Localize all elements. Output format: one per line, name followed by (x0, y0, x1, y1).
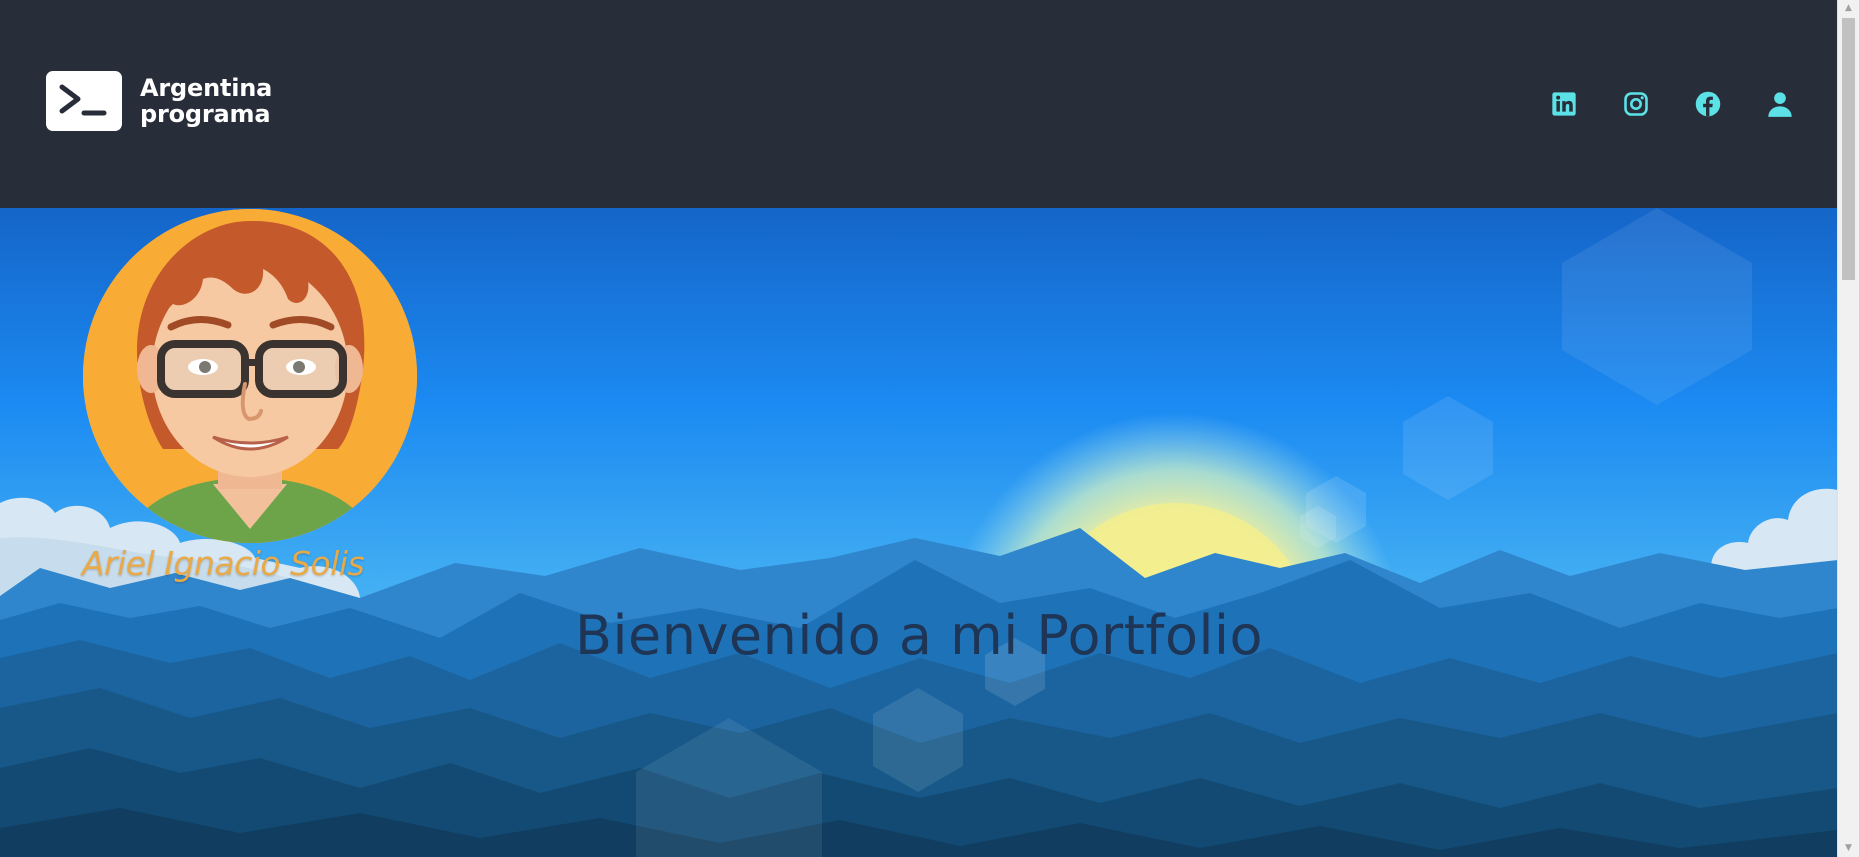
welcome-title: Bienvenido a mi Portfolio (574, 604, 1264, 667)
logo-line-1: Argentina (140, 74, 273, 102)
scroll-up-arrow-icon[interactable]: ▲ (1838, 0, 1859, 17)
argentina-programa-logo[interactable]: Argentina programa (46, 71, 272, 131)
scroll-down-arrow-icon[interactable]: ▼ (1838, 840, 1859, 857)
terminal-icon (46, 71, 122, 131)
hero-banner: Ariel Ignacio Solis Bienvenido a mi Port… (0, 208, 1838, 857)
vertical-scrollbar[interactable]: ▲ ▼ (1837, 0, 1859, 857)
user-icon[interactable] (1766, 90, 1794, 118)
linkedin-icon[interactable] (1550, 90, 1578, 118)
cartoon-portrait-image (83, 209, 417, 543)
logo-text: Argentina programa (140, 75, 272, 127)
instagram-icon[interactable] (1622, 90, 1650, 118)
scroll-thumb[interactable] (1842, 18, 1855, 280)
social-links (1550, 90, 1838, 118)
person-name: Ariel Ignacio Solis (82, 544, 365, 583)
top-navbar: Argentina programa (0, 0, 1838, 209)
logo-line-2: programa (140, 100, 271, 128)
avatar (83, 209, 417, 543)
facebook-icon[interactable] (1694, 90, 1722, 118)
